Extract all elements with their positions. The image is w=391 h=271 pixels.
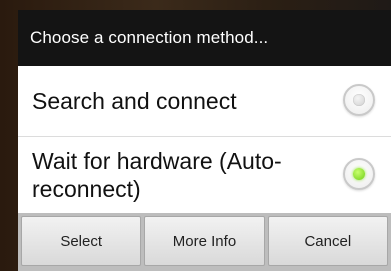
dialog-title: Choose a connection method... xyxy=(30,28,269,47)
dialog-title-bar: Choose a connection method... xyxy=(18,10,391,66)
option-wait-for-hardware[interactable]: Wait for hardware (Auto-reconnect) xyxy=(18,136,391,213)
connection-method-dialog: Choose a connection method... Search and… xyxy=(18,10,391,271)
cancel-button[interactable]: Cancel xyxy=(267,216,388,266)
option-search-and-connect[interactable]: Search and connect xyxy=(18,66,391,136)
option-label: Search and connect xyxy=(32,88,237,114)
radio-indicator-icon xyxy=(353,94,365,106)
select-button[interactable]: Select xyxy=(21,216,142,266)
radio-button-search-and-connect[interactable] xyxy=(343,84,375,116)
option-label: Wait for hardware (Auto-reconnect) xyxy=(32,148,282,202)
more-info-button[interactable]: More Info xyxy=(144,216,265,266)
radio-selected-icon xyxy=(353,168,365,180)
dialog-button-bar: Select More Info Cancel xyxy=(18,213,391,271)
radio-button-wait-for-hardware[interactable] xyxy=(343,158,375,190)
